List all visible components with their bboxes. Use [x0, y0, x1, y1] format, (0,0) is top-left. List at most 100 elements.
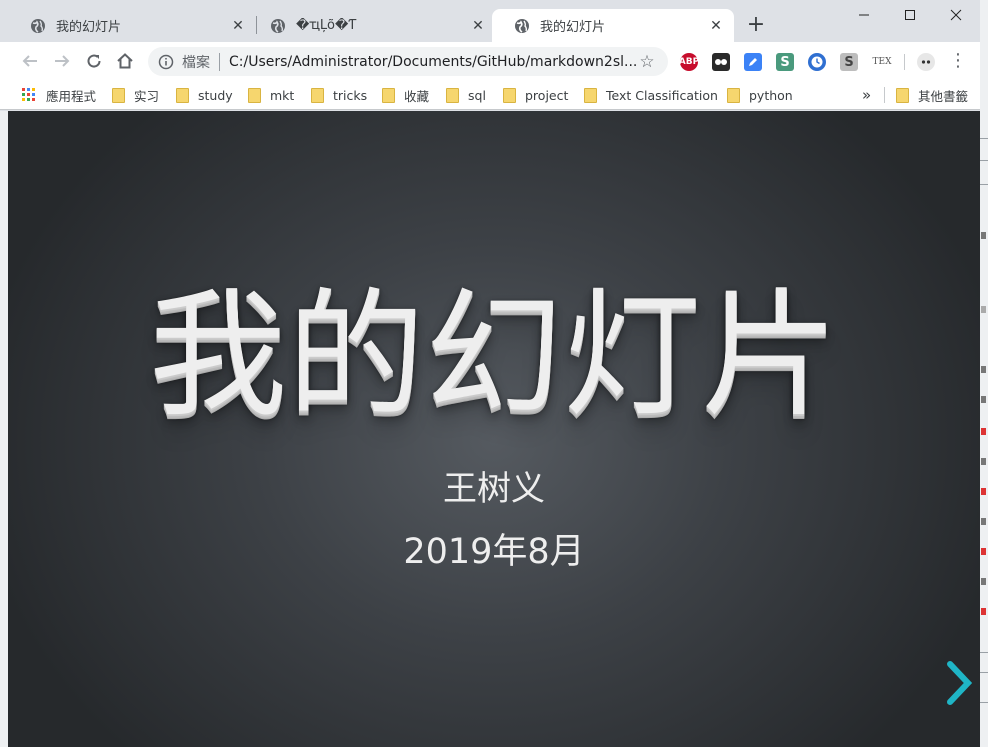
close-tab-icon[interactable]: ✕: [470, 18, 486, 34]
globe-icon: [31, 18, 45, 33]
folder-icon: [503, 87, 516, 103]
apps-grid-icon: [22, 88, 35, 101]
bg-text-mark: [981, 396, 986, 403]
forward-arrow-icon: [55, 55, 70, 67]
forward-button[interactable]: [50, 49, 74, 73]
bookmark-folder[interactable]: 实习: [112, 86, 159, 104]
folder-icon: [727, 87, 740, 103]
bg-line: [980, 702, 988, 703]
bookmark-label: Text Classification: [606, 87, 718, 103]
file-scheme-label: 檔案: [182, 54, 210, 71]
slide-title: 我的幻灯片: [148, 275, 839, 436]
tab-2[interactable]: �ҵĻõ�Ƭ ✕: [248, 9, 496, 42]
bg-line: [980, 160, 988, 161]
tab-title: 我的幻灯片: [56, 20, 122, 35]
face-glyph: [921, 60, 931, 64]
browser-menu-button[interactable]: ⋮: [948, 51, 968, 71]
bg-text-mark: [981, 366, 986, 373]
bookmarks-bar: 應用程式 实习 study mkt tricks 收藏 sql project …: [0, 80, 980, 110]
abp-icon[interactable]: ABP: [679, 53, 699, 71]
bookmark-folder[interactable]: tricks: [311, 86, 367, 104]
bg-line: [980, 138, 988, 139]
close-tab-icon[interactable]: ✕: [708, 18, 724, 34]
reload-button[interactable]: [82, 49, 106, 73]
bookmark-label: tricks: [333, 87, 368, 103]
bookmark-folder[interactable]: sql: [446, 86, 486, 104]
other-bookmarks[interactable]: 其他書籤: [896, 86, 968, 104]
clock-glyph: [811, 56, 823, 68]
s-gray-extension-icon[interactable]: S: [840, 53, 858, 71]
tab-title: 我的幻灯片: [540, 20, 606, 35]
folder-icon: [584, 87, 597, 103]
home-icon: [117, 53, 133, 69]
folder-icon: [896, 87, 909, 103]
bookmark-folder[interactable]: Text Classification: [584, 86, 718, 104]
url-text[interactable]: C:/Users/Administrator/Documents/GitHub/…: [229, 54, 636, 70]
s-extension-icon[interactable]: S: [776, 53, 794, 71]
edit-pen-icon[interactable]: [744, 53, 762, 71]
window-edge: [0, 111, 8, 747]
other-bookmarks-label: 其他書籤: [918, 88, 969, 104]
bookmark-label: sql: [468, 87, 486, 103]
next-slide-arrow-icon[interactable]: [944, 659, 974, 707]
pen-glyph: [749, 58, 757, 66]
bookmark-label: python: [749, 87, 793, 103]
new-tab-button[interactable]: +: [744, 14, 768, 38]
bookmark-star-icon[interactable]: ☆: [636, 52, 658, 72]
address-bar[interactable]: 檔案 C:/Users/Administrator/Documents/GitH…: [148, 47, 668, 76]
slide: 我的幻灯片 王树义 2019年8月: [8, 111, 980, 747]
bg-line: [980, 184, 988, 185]
omnibox-divider: [219, 52, 220, 71]
slide-date: 2019年8月: [403, 532, 585, 572]
bg-text-mark: [981, 428, 986, 435]
folder-icon: [382, 87, 395, 103]
home-button[interactable]: [113, 49, 137, 73]
folder-icon: [248, 87, 261, 103]
folder-icon: [176, 87, 189, 103]
close-tab-icon[interactable]: ✕: [230, 18, 246, 34]
tampermonkey-icon[interactable]: [712, 53, 730, 71]
bookmark-label: 應用程式: [46, 88, 97, 104]
folder-icon: [112, 87, 125, 103]
info-icon: [158, 54, 174, 69]
maximize-button[interactable]: [888, 4, 932, 26]
slide-author: 王树义: [443, 469, 545, 509]
bookmark-apps[interactable]: 應用程式: [22, 86, 96, 104]
bookmark-folder[interactable]: study: [176, 86, 233, 104]
bookmark-folder[interactable]: python: [727, 86, 793, 104]
bookmark-folder[interactable]: 收藏: [382, 86, 429, 104]
clock-icon[interactable]: [808, 53, 826, 71]
close-window-button[interactable]: [934, 4, 978, 26]
globe-icon: [271, 18, 285, 33]
bookmark-label: study: [198, 87, 233, 103]
bg-text-mark: [981, 306, 986, 313]
bookmarks-separator: [884, 87, 885, 103]
folder-icon: [446, 87, 459, 103]
tampermonkey-glyph: [715, 59, 727, 65]
bookmarks-overflow-button[interactable]: »: [862, 86, 871, 104]
folder-icon: [311, 87, 324, 103]
tab-1[interactable]: 我的幻灯片 ✕: [8, 9, 256, 42]
tab-3-active[interactable]: 我的幻灯片 ✕: [492, 9, 734, 42]
bookmark-label: 实习: [134, 88, 160, 104]
background-window-edge: [980, 0, 988, 747]
bg-line: [980, 672, 988, 673]
bookmark-folder[interactable]: mkt: [248, 86, 294, 104]
bg-text-mark: [981, 608, 986, 615]
tex-icon[interactable]: TEX: [871, 53, 893, 71]
bookmark-label: project: [525, 87, 569, 103]
tab-strip: 我的幻灯片 ✕ �ҵĻõ�Ƭ ✕ 我的幻灯片 ✕ +: [0, 0, 980, 42]
browser-window: 我的幻灯片 ✕ �ҵĻõ�Ƭ ✕ 我的幻灯片 ✕ + 檔案 C:/Users/A…: [0, 0, 980, 747]
bg-text-mark: [981, 578, 986, 585]
tab-title: �ҵĻõ�Ƭ: [296, 18, 357, 33]
minimize-button[interactable]: [842, 4, 886, 26]
bookmark-folder[interactable]: project: [503, 86, 568, 104]
bg-text-mark: [981, 458, 986, 465]
bg-text-mark: [981, 548, 986, 555]
face-icon[interactable]: [917, 53, 935, 71]
minimize-icon: [859, 14, 869, 16]
back-button[interactable]: [18, 49, 42, 73]
bg-text-mark: [981, 488, 986, 495]
back-arrow-icon: [22, 55, 37, 67]
bg-line: [980, 652, 988, 653]
